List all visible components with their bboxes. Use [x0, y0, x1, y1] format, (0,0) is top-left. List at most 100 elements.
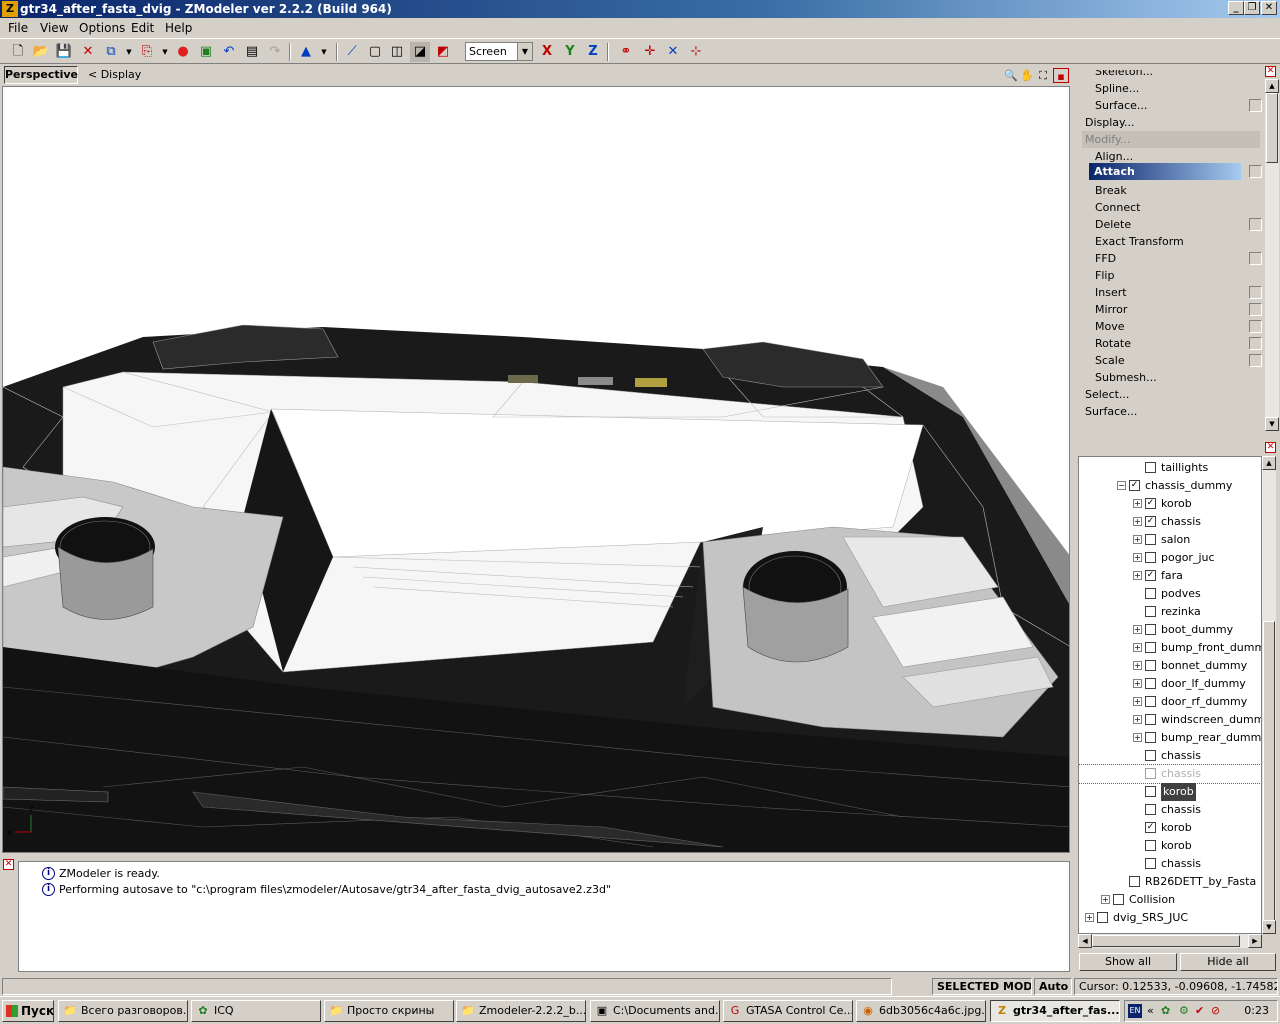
menu-help[interactable]: Help [165, 21, 192, 35]
expand-icon[interactable]: + [1133, 553, 1142, 562]
tree-node[interactable]: + ✓ korob [1079, 495, 1261, 513]
command-options-toggle[interactable] [1249, 354, 1262, 367]
perspective-tab[interactable]: Perspective [4, 66, 78, 84]
command-options-toggle[interactable] [1249, 165, 1262, 178]
taskbar-button[interactable]: ◉ 6db3056c4a6c.jpg... [856, 1000, 986, 1022]
open-folder-icon[interactable]: 📂 [31, 42, 51, 62]
taskbar-button[interactable]: 📁 Всего разговоров... [58, 1000, 188, 1022]
tree-node[interactable]: chassis [1079, 764, 1261, 784]
link-icon[interactable]: ⚭ [616, 42, 636, 62]
tree-node[interactable]: RB26DETT_by_Fasta [1079, 873, 1261, 891]
close-button[interactable]: ✕ [1261, 1, 1277, 15]
world-axes-icon[interactable]: ⊹ [686, 42, 706, 62]
command-scale[interactable]: Scale [1095, 352, 1125, 369]
command-delete[interactable]: Delete [1095, 216, 1131, 233]
tree-node[interactable]: + bonnet_dummy [1079, 657, 1261, 675]
expand-icon[interactable]: + [1133, 661, 1142, 670]
visibility-checkbox[interactable] [1145, 588, 1156, 599]
axis-y-button[interactable]: Y [560, 42, 580, 62]
expand-icon[interactable]: + [1133, 499, 1142, 508]
tree-node[interactable]: − ✓ chassis_dummy [1079, 477, 1261, 495]
visibility-checkbox[interactable] [1129, 876, 1140, 887]
scroll-up-icon[interactable]: ▲ [1265, 79, 1279, 93]
visibility-checkbox[interactable] [1145, 858, 1156, 869]
tree-node[interactable]: + bump_rear_dummy [1079, 729, 1261, 747]
scroll-thumb[interactable] [1263, 621, 1275, 921]
display-link[interactable]: < Display [88, 68, 141, 81]
tree-node[interactable]: + ✓ chassis [1079, 513, 1261, 531]
visibility-checkbox[interactable] [1145, 696, 1156, 707]
close-icon[interactable]: ✕ [3, 859, 14, 870]
vertex-mode-icon[interactable]: ⟋ [342, 42, 362, 62]
zmodeler-app-icon[interactable]: Z [2, 1, 18, 17]
copy-dropdown-arrow-icon[interactable]: ▼ [119, 42, 139, 62]
save-icon[interactable]: 💾 [54, 42, 74, 62]
command-spline[interactable]: Spline... [1095, 80, 1139, 97]
tree-scrollbar[interactable]: ▲ ▼ [1262, 456, 1276, 934]
taskbar-button[interactable]: ▣ C:\Documents and... [590, 1000, 720, 1022]
scroll-right-icon[interactable]: ▶ [1248, 934, 1262, 948]
tree-node[interactable]: + boot_dummy [1079, 621, 1261, 639]
cube-red-mode-icon[interactable]: ◩ [433, 42, 453, 62]
properties-icon[interactable]: ▤ [242, 42, 262, 62]
command-options-toggle[interactable] [1249, 99, 1262, 112]
expand-icon[interactable]: + [1133, 679, 1142, 688]
network-tray-icon[interactable]: ⚙ [1179, 1004, 1189, 1017]
copy-icon[interactable]: ⧉ [101, 42, 121, 62]
tree-node[interactable]: + door_lf_dummy [1079, 675, 1261, 693]
visibility-checkbox[interactable] [1145, 678, 1156, 689]
tree-node[interactable]: ✓ korob [1079, 819, 1261, 837]
visibility-checkbox[interactable] [1145, 624, 1156, 635]
command-connect[interactable]: Connect [1095, 199, 1140, 216]
new-file-icon[interactable]: 🗋 [8, 42, 28, 62]
visibility-checkbox[interactable] [1145, 732, 1156, 743]
tree-node[interactable]: + ✓ fara [1079, 567, 1261, 585]
command-options-toggle[interactable] [1249, 218, 1262, 231]
tree-node[interactable]: chassis [1079, 747, 1261, 765]
visibility-checkbox[interactable] [1145, 534, 1156, 545]
tree-node[interactable]: korob [1079, 783, 1261, 801]
tree-node[interactable]: rezinka [1079, 603, 1261, 621]
scroll-thumb[interactable] [1092, 935, 1240, 947]
visibility-checkbox[interactable] [1145, 750, 1156, 761]
tree-node[interactable]: korob [1079, 837, 1261, 855]
command-surface[interactable]: Surface... [1085, 403, 1137, 420]
command-exact-transform[interactable]: Exact Transform [1095, 233, 1184, 250]
tree-node[interactable]: + dvig_SRS_JUC [1079, 909, 1261, 927]
tri-mode-dropdown-icon[interactable]: ▼ [314, 42, 334, 62]
maximize-view-icon[interactable]: ⛶ [1035, 68, 1051, 83]
command-rotate[interactable]: Rotate [1095, 335, 1131, 352]
tree-hscrollbar[interactable]: ◀ ▶ [1078, 934, 1262, 948]
tri-mode-icon[interactable]: ▲ [296, 42, 316, 62]
undo-icon[interactable]: ↶ [219, 42, 239, 62]
tree-node[interactable]: chassis [1079, 855, 1261, 873]
visibility-checkbox[interactable] [1145, 660, 1156, 671]
object-mode-icon[interactable]: ◫ [387, 42, 407, 62]
paste-dropdown-arrow-icon[interactable]: ▼ [155, 42, 175, 62]
zoom-icon[interactable]: 🔍 [1003, 68, 1019, 83]
menu-edit[interactable]: Edit [131, 21, 154, 35]
visibility-checkbox[interactable]: ✓ [1145, 498, 1156, 509]
visibility-checkbox[interactable]: ✓ [1145, 516, 1156, 527]
visibility-checkbox[interactable] [1113, 894, 1124, 905]
visibility-checkbox[interactable] [1145, 804, 1156, 815]
command-move[interactable]: Move [1095, 318, 1125, 335]
scroll-down-icon[interactable]: ▼ [1265, 417, 1279, 431]
antivirus-tray-icon[interactable]: ✔ [1195, 1004, 1204, 1017]
command-options-toggle[interactable] [1249, 286, 1262, 299]
tree-node[interactable]: + bump_front_dummy [1079, 639, 1261, 657]
paste-icon[interactable]: ⎘ [137, 42, 157, 62]
scroll-down-icon[interactable]: ▼ [1262, 920, 1276, 934]
command-display[interactable]: Display... [1085, 114, 1134, 131]
command-surface[interactable]: Surface... [1095, 97, 1147, 114]
visibility-checkbox[interactable] [1145, 840, 1156, 851]
cube-mode-icon[interactable]: ◪ [410, 42, 430, 62]
chevron-down-icon[interactable]: ▼ [517, 43, 532, 60]
scroll-thumb[interactable] [1266, 93, 1278, 163]
pan-hand-icon[interactable]: ✋ [1019, 68, 1035, 83]
visibility-checkbox[interactable] [1145, 642, 1156, 653]
redo-icon[interactable]: ↷ [265, 42, 285, 62]
expand-icon[interactable]: + [1133, 643, 1142, 652]
command-insert[interactable]: Insert [1095, 284, 1127, 301]
visibility-checkbox[interactable] [1145, 606, 1156, 617]
